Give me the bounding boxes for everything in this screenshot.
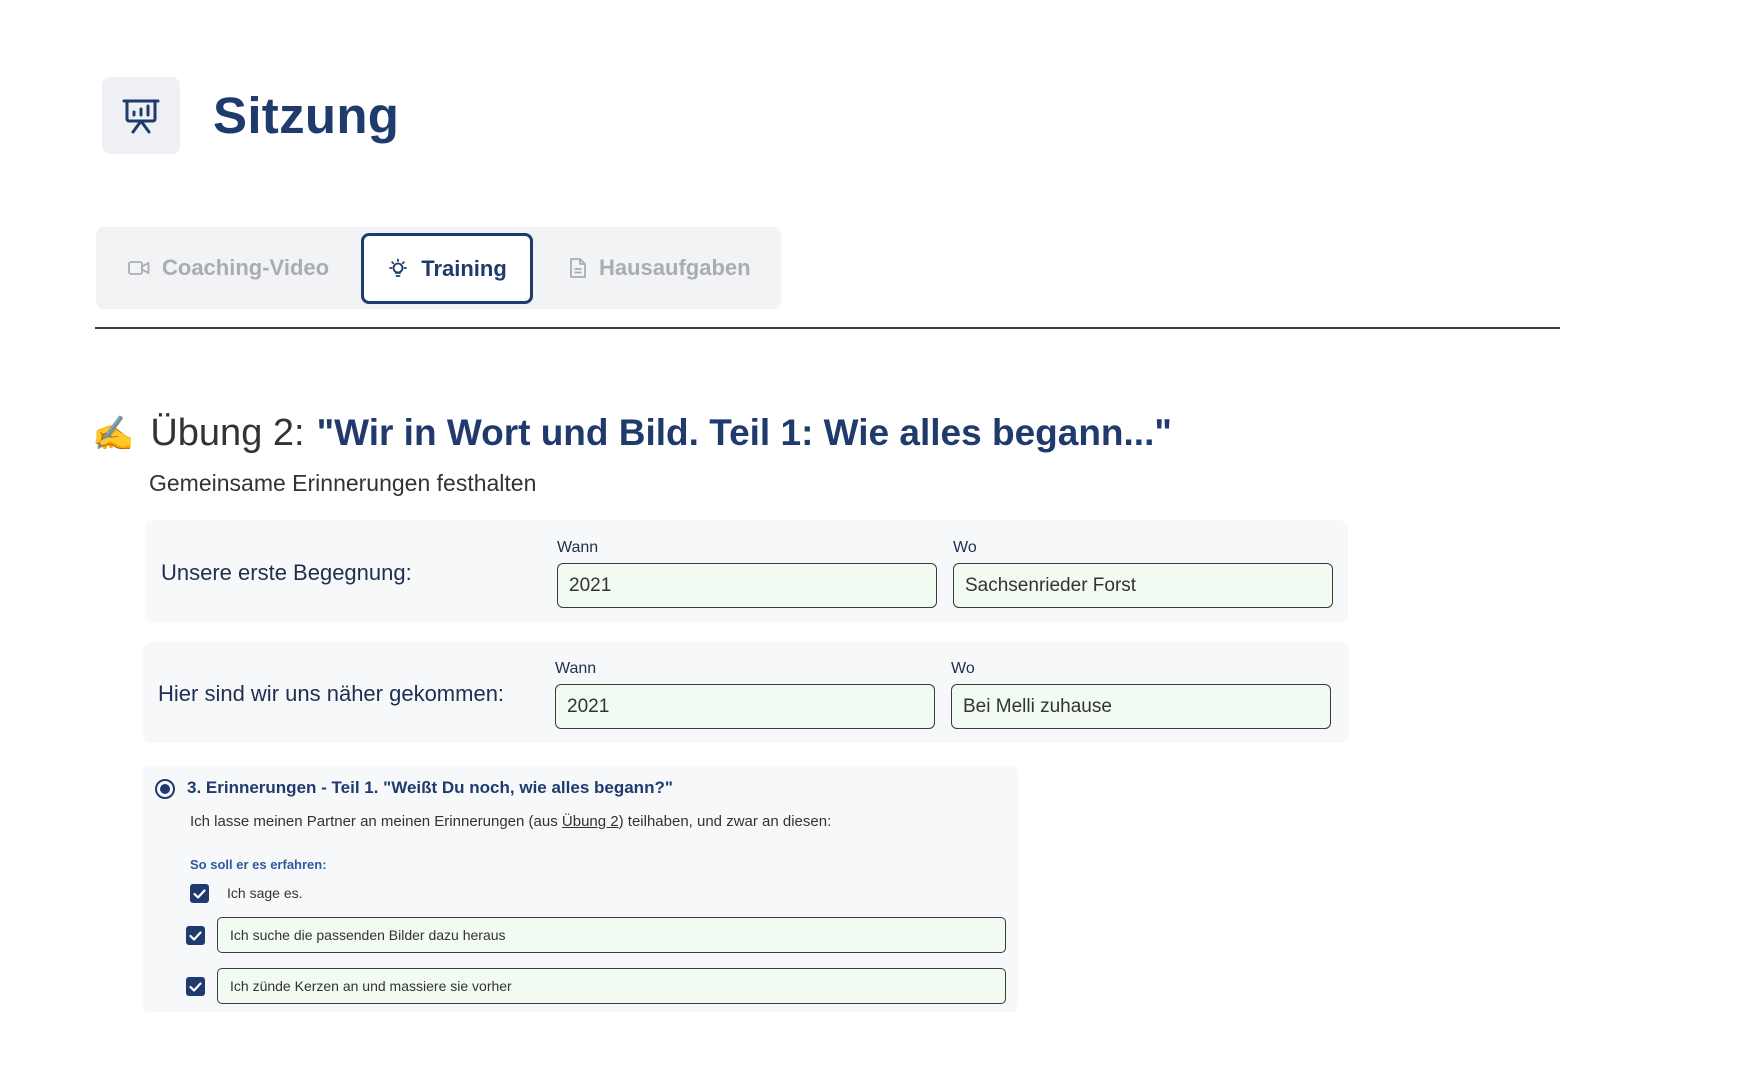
tab-label: Hausaufgaben — [599, 255, 751, 280]
memories-title: 3. Erinnerungen - Teil 1. "Weißt Du noch… — [187, 778, 673, 797]
memories-description: Ich lasse meinen Partner an meinen Erinn… — [190, 813, 832, 830]
when-label: Wann — [557, 539, 599, 556]
radio-selected-icon[interactable] — [155, 779, 175, 799]
checkmark-icon — [189, 930, 202, 941]
page-header: Sitzung — [102, 77, 399, 154]
tab-bar: Coaching-Video Training Hausaufgaben — [96, 227, 781, 309]
option-input-3[interactable] — [217, 968, 1006, 1004]
presentation-board-icon — [102, 77, 180, 154]
video-camera-icon — [128, 261, 150, 275]
divider — [95, 327, 1560, 329]
closer-when-input[interactable] — [555, 684, 935, 729]
exercise-number: Übung 2: — [150, 412, 305, 454]
exercise-heading: ✍️ Übung 2: "Wir in Wort und Bild. Teil … — [92, 412, 1172, 455]
checkmark-icon — [193, 888, 206, 899]
first-meeting-where-input[interactable] — [953, 563, 1333, 608]
tab-coaching-video[interactable]: Coaching-Video — [128, 233, 329, 303]
option-text: Ich sage es. — [227, 885, 303, 901]
lightbulb-icon — [389, 258, 408, 277]
option-checkbox-1[interactable] — [190, 884, 209, 903]
option-checkbox-3[interactable] — [186, 977, 205, 996]
first-meeting-when-input[interactable] — [557, 563, 937, 608]
tab-label: Training — [421, 255, 507, 281]
option-checkbox-2[interactable] — [186, 926, 205, 945]
card-label: Hier sind wir uns näher gekommen: — [158, 681, 505, 706]
first-meeting-card: Unsere erste Begegnung: Wann Wo — [145, 520, 1348, 622]
document-icon — [570, 258, 586, 278]
writing-hand-icon: ✍️ — [92, 415, 135, 453]
tab-training[interactable]: Training — [361, 233, 533, 304]
checkmark-icon — [189, 981, 202, 992]
where-label: Wo — [951, 660, 975, 677]
page-title: Sitzung — [213, 87, 400, 144]
where-label: Wo — [953, 539, 977, 556]
tab-label: Coaching-Video — [162, 255, 330, 280]
exercise-2-link[interactable]: Übung 2 — [562, 813, 619, 830]
card-label: Unsere erste Begegnung: — [161, 560, 412, 585]
tab-hausaufgaben[interactable]: Hausaufgaben — [569, 233, 751, 303]
when-label: Wann — [555, 660, 597, 677]
exercise-title: "Wir in Wort und Bild. Teil 1: Wie alles… — [316, 412, 1172, 453]
howto-label: So soll er es erfahren: — [190, 857, 327, 872]
closer-card: Hier sind wir uns näher gekommen: Wann W… — [143, 642, 1349, 743]
closer-where-input[interactable] — [951, 684, 1331, 729]
exercise-subtitle: Gemeinsame Erinnerungen festhalten — [149, 470, 537, 496]
option-input-2[interactable] — [217, 917, 1006, 953]
